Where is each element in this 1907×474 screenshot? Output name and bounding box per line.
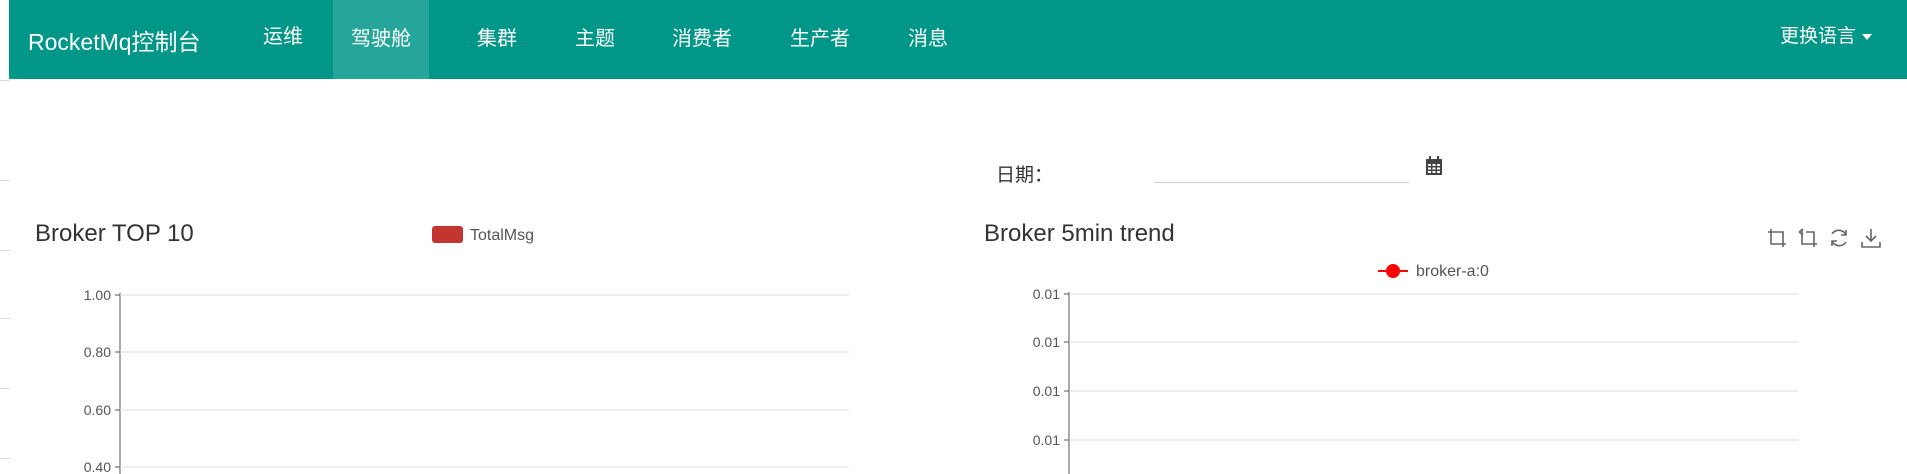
y-tick-label: 0.01 xyxy=(1033,334,1060,350)
restore-icon[interactable] xyxy=(1828,227,1850,249)
legend-label-broker-a: broker-a:0 xyxy=(1416,263,1489,280)
zoom-reset-icon[interactable] xyxy=(1797,227,1819,249)
legend-marker-broker-a[interactable] xyxy=(1386,264,1400,278)
broker-trend-chart: broker-a:0 0.01 0.01 0.01 0.01 xyxy=(1033,263,1798,474)
save-image-icon[interactable] xyxy=(1860,227,1882,249)
y-tick-label: 0.01 xyxy=(1033,383,1060,399)
y-tick-label: 0.01 xyxy=(1033,286,1060,302)
zoom-icon[interactable] xyxy=(1766,227,1788,249)
y-tick-label: 0.01 xyxy=(1033,432,1060,448)
